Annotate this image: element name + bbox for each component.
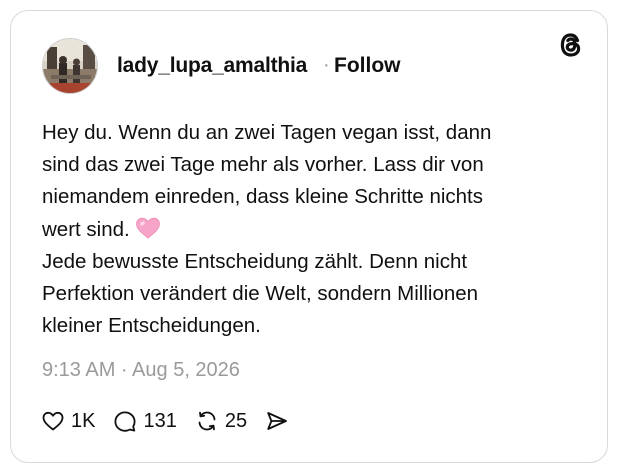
post-text-line: niemandem einreden, dass kleine Schritte… [42, 185, 483, 209]
username[interactable]: lady_lupa_amalthia [117, 54, 307, 78]
repost-count: 25 [224, 409, 248, 432]
post-text-line: sind das zwei Tage mehr als vorher. Lass… [42, 153, 484, 177]
reply-button[interactable]: 131 [113, 409, 177, 433]
post-card: lady_lupa_amalthia · Follow Hey du. Wenn… [10, 10, 608, 463]
send-icon [267, 412, 287, 430]
like-count: 1K [71, 409, 96, 432]
avatar[interactable] [42, 38, 98, 94]
post-timestamp[interactable]: 9:13 AM · Aug 5, 2026 [42, 359, 240, 382]
repost-arrows-icon [198, 411, 216, 431]
post-text-line: wert sind. [42, 217, 130, 241]
repost-button[interactable]: 25 [195, 409, 247, 433]
share-button[interactable] [265, 409, 289, 433]
threads-logo-icon[interactable] [558, 31, 584, 59]
heart-outline-icon [42, 411, 64, 431]
reply-count: 131 [143, 409, 177, 432]
post-text-line-with-emoji: wert sind. [42, 214, 597, 246]
post-text-line: Perfektion verändert die Welt, sondern M… [42, 282, 479, 306]
like-button[interactable]: 1K [41, 409, 95, 433]
post-text-line: Hey du. Wenn du an zwei Tagen vegan isst… [42, 121, 492, 144]
speech-bubble-icon [114, 411, 136, 432]
action-bar: 1K 131 25 [41, 408, 307, 434]
pink-heart-emoji-icon [135, 217, 160, 239]
post-body: Hey du. Wenn du an zwei Tagen vegan isst… [42, 117, 597, 342]
post-text-line: Jede bewusste Entscheidung zählt. Denn n… [42, 249, 468, 273]
follow-button[interactable]: Follow [334, 54, 401, 78]
post-text-line: kleiner Entscheidungen. [42, 314, 261, 338]
separator-dot: · [323, 54, 330, 76]
avatar-photo [43, 39, 97, 93]
